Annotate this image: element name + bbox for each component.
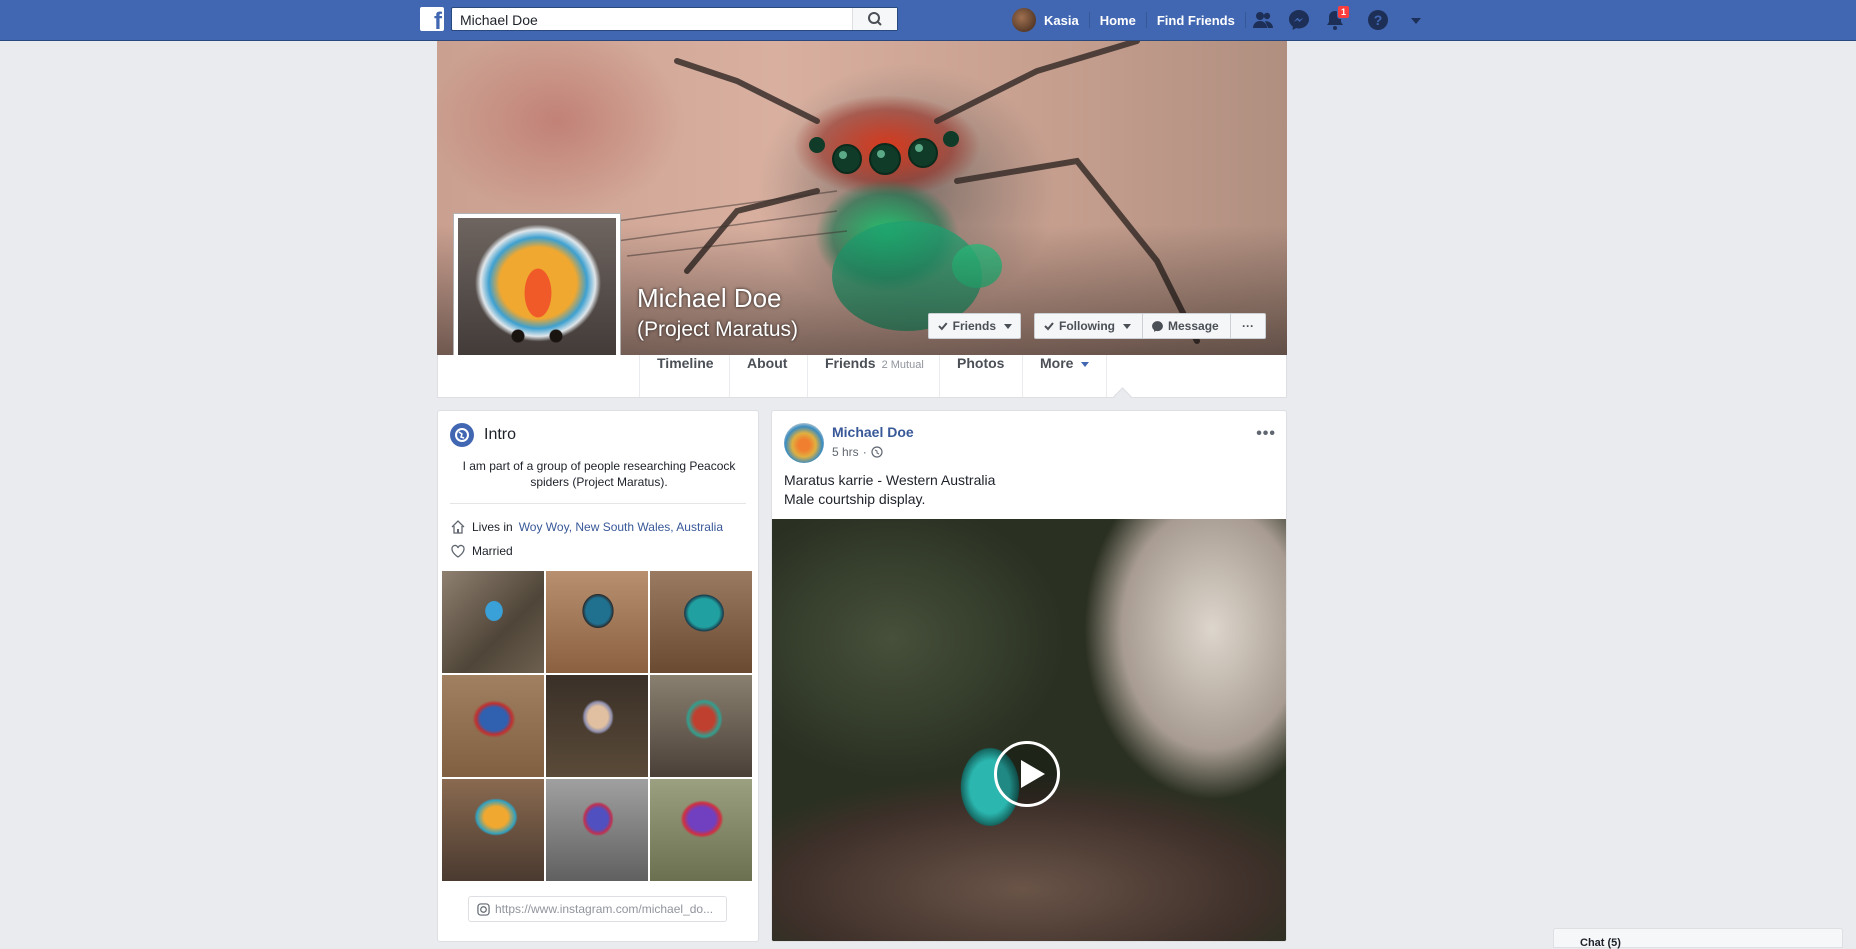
more-options-icon: ···: [1242, 319, 1254, 333]
lives-in-row: Lives in Woy Woy, New South Wales, Austr…: [450, 519, 723, 535]
friends-button[interactable]: Friends: [928, 313, 1021, 339]
post-timestamp[interactable]: 5 hrs: [832, 445, 859, 459]
instagram-link[interactable]: https://www.instagram.com/michael_do...: [468, 896, 727, 922]
home-link[interactable]: Home: [1100, 13, 1146, 28]
post-author-avatar[interactable]: [784, 423, 824, 463]
find-friends-link[interactable]: Find Friends: [1147, 13, 1245, 28]
chevron-down-icon: [1004, 323, 1012, 329]
tab-photos[interactable]: Photos: [939, 355, 1021, 397]
account-menu-chevron-down-icon[interactable]: [1404, 8, 1428, 32]
featured-photo[interactable]: [650, 779, 752, 881]
chat-tab[interactable]: Chat (5): [1553, 928, 1843, 949]
chat-label: Chat (5): [1580, 937, 1621, 949]
chevron-down-icon: [1081, 361, 1090, 367]
tab-friends[interactable]: Friends 2 Mutual: [807, 355, 941, 397]
help-icon[interactable]: ?: [1366, 8, 1390, 32]
message-button-label: Message: [1168, 319, 1219, 333]
featured-photo[interactable]: [442, 779, 544, 881]
play-icon[interactable]: [994, 741, 1060, 807]
post-author-name[interactable]: Michael Doe: [832, 424, 914, 440]
top-nav-links: Kasia Home Find Friends: [1012, 0, 1246, 40]
featured-photos: [442, 571, 754, 883]
featured-photo[interactable]: [650, 571, 752, 673]
profile-link[interactable]: Kasia: [1044, 13, 1079, 28]
lives-in-link[interactable]: Woy Woy, New South Wales, Australia: [519, 520, 723, 534]
following-button[interactable]: Following: [1034, 313, 1143, 339]
profile-tabs: Timeline About Friends 2 Mutual Photos Mo…: [437, 355, 1287, 406]
facebook-logo-icon[interactable]: f: [420, 7, 444, 31]
messenger-icon[interactable]: [1287, 8, 1311, 32]
featured-photo[interactable]: [650, 675, 752, 777]
post-options-icon[interactable]: •••: [1256, 425, 1276, 443]
featured-photo[interactable]: [546, 571, 648, 673]
heart-icon: [451, 544, 465, 558]
relationship-status: Married: [472, 544, 513, 558]
svg-text:?: ?: [1374, 12, 1383, 28]
public-globe-icon[interactable]: [871, 446, 883, 458]
intro-bio: I am part of a group of people researchi…: [462, 459, 736, 489]
tab-friends-label: Friends: [825, 355, 876, 371]
search-box: [451, 7, 898, 31]
nav-divider: [1244, 12, 1246, 28]
globe-icon: [450, 423, 474, 447]
featured-photo[interactable]: [442, 571, 544, 673]
tab-timeline[interactable]: Timeline: [639, 355, 731, 397]
more-options-button[interactable]: ···: [1230, 313, 1266, 339]
nav-divider: [1088, 12, 1090, 28]
intro-card: Intro I am part of a group of people res…: [437, 410, 759, 942]
messenger-icon: [1152, 320, 1163, 332]
intro-header: Intro: [450, 423, 516, 447]
post-meta: 5 hrs ·: [832, 445, 883, 459]
chevron-down-icon: [1123, 323, 1131, 329]
friends-button-label: Friends: [952, 319, 996, 333]
post-text-line: Maratus karrie - Western Australia: [784, 472, 996, 488]
home-icon: [451, 520, 465, 534]
instagram-url: https://www.instagram.com/michael_do...: [495, 902, 714, 916]
active-tab-indicator: [1113, 387, 1132, 406]
profile-picture-image: [458, 218, 616, 378]
meta-separator: ·: [862, 445, 867, 459]
instagram-icon: [477, 902, 490, 916]
post-text: Maratus karrie - Western Australia Male …: [784, 471, 995, 509]
profile-name: Michael Doe (Project Maratus): [637, 282, 887, 346]
intro-divider: [450, 503, 746, 504]
checkmark-icon: [938, 322, 948, 331]
notification-badge: 1: [1337, 5, 1351, 19]
tab-more-label: More: [1040, 355, 1074, 371]
top-navigation-bar: f Kasia Home Find Friends 1 ?: [0, 0, 1856, 41]
checkmark-icon: [1044, 322, 1054, 331]
following-button-label: Following: [1059, 319, 1115, 333]
message-button[interactable]: Message: [1142, 313, 1231, 339]
user-avatar[interactable]: [1012, 8, 1036, 32]
intro-title: Intro: [484, 426, 517, 443]
search-button[interactable]: [852, 8, 897, 30]
post-video[interactable]: [772, 519, 1286, 941]
mutual-count: 2 Mutual: [881, 359, 924, 371]
friend-requests-icon[interactable]: [1251, 8, 1275, 32]
featured-photo[interactable]: [546, 779, 648, 881]
profile-name-text: Michael Doe: [637, 283, 782, 313]
tab-about[interactable]: About: [729, 355, 804, 397]
profile-alternate-name: (Project Maratus): [637, 318, 799, 341]
search-input[interactable]: [458, 9, 862, 31]
search-icon: [868, 12, 882, 26]
post-card: Michael Doe 5 hrs · ••• Maratus karrie -…: [771, 410, 1287, 942]
featured-photo[interactable]: [546, 675, 648, 777]
lives-in-label: Lives in: [472, 520, 513, 534]
relationship-row: Married: [450, 543, 513, 559]
featured-photo[interactable]: [442, 675, 544, 777]
tab-more[interactable]: More: [1022, 355, 1108, 397]
post-text-line: Male courtship display.: [784, 491, 926, 507]
